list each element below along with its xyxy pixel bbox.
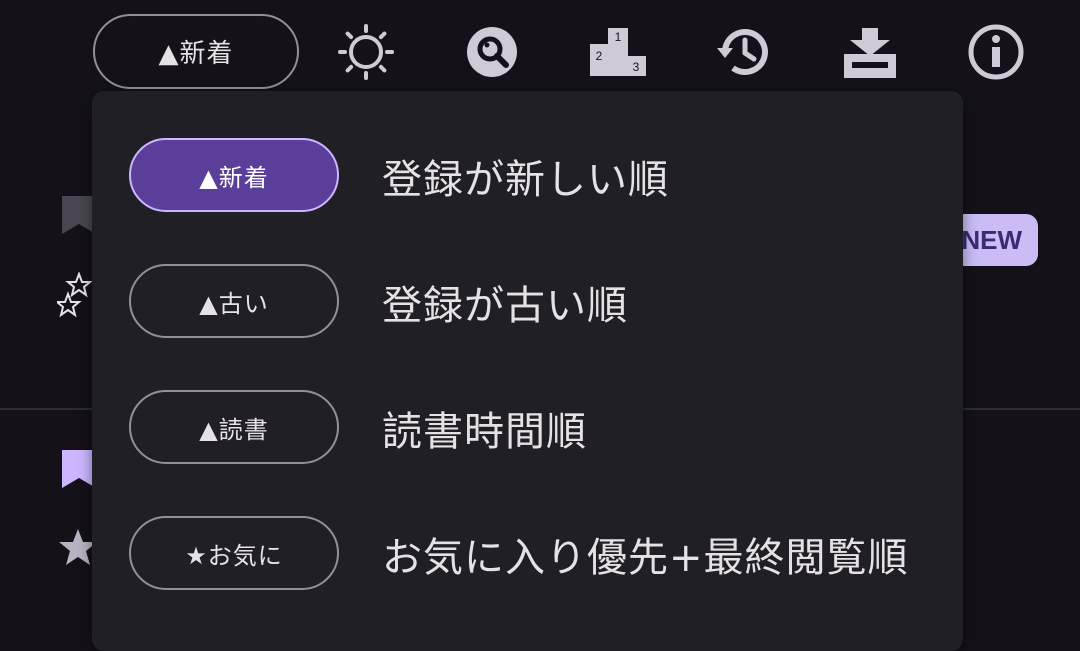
download-icon[interactable] [840, 22, 900, 82]
menu-chip-newest[interactable]: ▲新着 [129, 138, 339, 212]
menu-chip-label: ▲読書 [199, 415, 269, 444]
menu-item-favorites[interactable]: ★お気に お気に入り優先+最終閲覧順 [92, 469, 963, 590]
menu-item-label: 登録が新しい順 [382, 157, 669, 203]
menu-chip-label: ▲古い [199, 289, 269, 318]
menu-item-reading-time[interactable]: ▲読書 読書時間順 [92, 343, 963, 464]
ranking-icon[interactable]: 1 2 3 [588, 22, 648, 82]
search-icon[interactable] [462, 22, 522, 82]
ranking-third-number: 3 [633, 60, 640, 74]
menu-chip-label: ★お気に [185, 541, 283, 570]
sort-order-label: ▲新着 [158, 39, 234, 69]
menu-chip-oldest[interactable]: ▲古い [129, 264, 339, 338]
menu-chip-favorites[interactable]: ★お気に [129, 516, 339, 590]
rating-stars-icon[interactable] [57, 272, 97, 318]
sort-order-button[interactable]: ▲新着 [93, 14, 299, 89]
menu-item-label: お気に入り優先+最終閲覧順 [382, 535, 909, 581]
menu-item-newest[interactable]: ▲新着 登録が新しい順 [92, 91, 963, 212]
bookmark-icon[interactable] [62, 196, 96, 234]
history-icon[interactable] [714, 22, 774, 82]
bookmark-active-icon[interactable] [62, 450, 96, 488]
menu-chip-reading-time[interactable]: ▲読書 [129, 390, 339, 464]
info-icon[interactable] [966, 22, 1026, 82]
menu-chip-label: ▲新着 [199, 163, 269, 192]
menu-item-label: 登録が古い順 [382, 283, 628, 329]
ranking-first-number: 1 [615, 30, 622, 44]
sort-order-menu: ▲新着 登録が新しい順 ▲古い 登録が古い順 ▲読書 読書時間順 ★お気に お気… [92, 91, 963, 651]
menu-item-label: 読書時間順 [382, 409, 587, 455]
menu-item-oldest[interactable]: ▲古い 登録が古い順 [92, 217, 963, 338]
brightness-icon[interactable] [336, 22, 396, 82]
ranking-second-number: 2 [596, 49, 603, 63]
